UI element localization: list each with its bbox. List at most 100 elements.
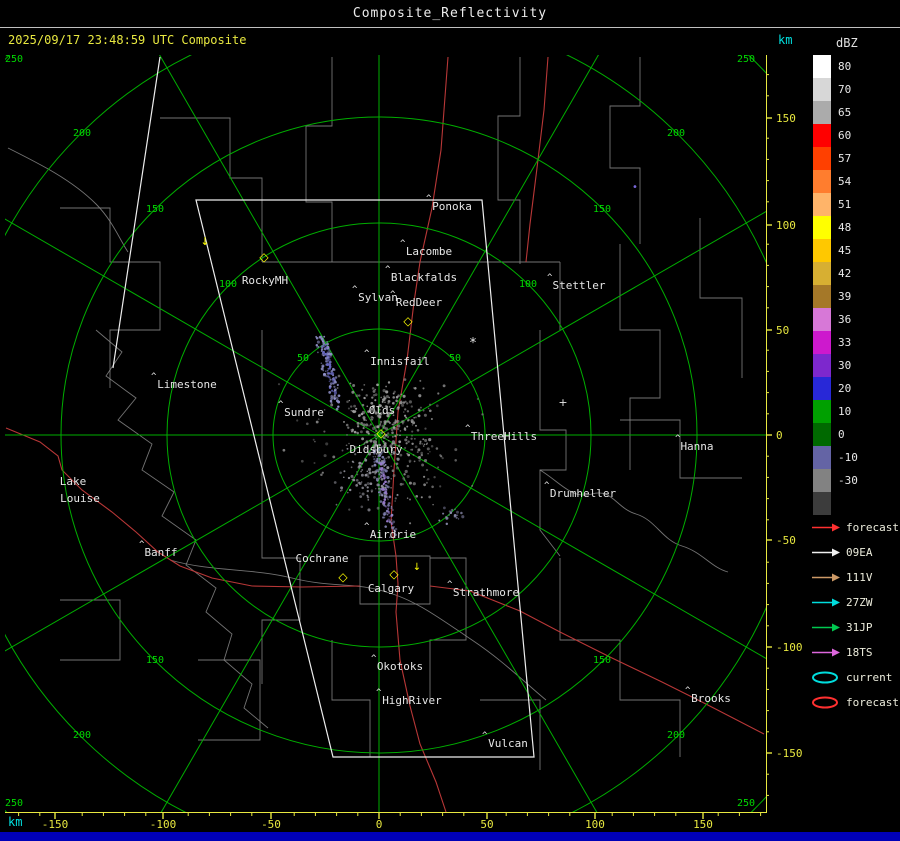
city-label: Lake: [60, 475, 87, 488]
range-ring-label: 250: [5, 54, 23, 65]
echo-pixel: [367, 486, 369, 488]
city-label: HighRiver: [382, 694, 442, 707]
echo-pixel: [367, 476, 369, 478]
echo-pixel: [385, 469, 388, 472]
echo-pixel: [373, 476, 376, 479]
echo-pixel: [353, 405, 356, 408]
echo-pixel: [350, 382, 352, 384]
echo-pixel: [385, 420, 388, 423]
echo-pixel: [342, 450, 344, 452]
boundary-line: [60, 208, 160, 388]
echo-pixel: [386, 484, 388, 486]
legend-marker-row: 111V: [808, 565, 900, 590]
echo-pixel: [368, 433, 370, 435]
echo-pixel: [437, 466, 439, 468]
echo-pixel: [358, 462, 361, 465]
bottom-axis-tick-label: -150: [42, 818, 69, 831]
map-point-marker-icon: ↓: [200, 235, 209, 248]
boundary-line: [498, 57, 520, 264]
echo-pixel: [412, 421, 415, 424]
echo-pixel: [352, 384, 355, 387]
bottom-axis-tick-label: -50: [261, 818, 281, 831]
city-label: Banff: [144, 546, 177, 559]
echo-pixel: [419, 441, 421, 443]
echo-pixel: [407, 497, 409, 499]
echo-pixel: [418, 456, 421, 459]
dbz-scale-entry: 20: [808, 377, 900, 400]
dbz-scale-entry: 70: [808, 78, 900, 101]
right-axis-tick-label: -100: [776, 641, 803, 654]
echo-pixel: [403, 401, 405, 403]
echo-pixel: [461, 515, 464, 518]
echo-pixel: [326, 341, 328, 343]
echo-pixel: [324, 454, 327, 457]
echo-pixel: [363, 397, 365, 399]
echo-pixel: [424, 428, 426, 430]
echo-pixel: [391, 431, 394, 434]
echo-pixel: [429, 404, 431, 406]
echo-pixel: [426, 469, 428, 471]
echo-pixel: [323, 431, 325, 433]
echo-pixel: [384, 512, 387, 515]
echo-pixel: [370, 482, 373, 485]
echo-pixel: [382, 501, 385, 504]
dbz-color-swatch: [813, 285, 831, 308]
echo-pixel: [387, 432, 389, 434]
azimuth-spoke: [99, 435, 379, 841]
echo-pixel: [421, 454, 423, 456]
echo-pixel: [385, 493, 387, 495]
echo-pixel: [418, 459, 420, 461]
echo-pixel: [443, 507, 446, 510]
echo-pixel: [409, 482, 412, 485]
echo-pixel: [381, 488, 384, 491]
echo-pixel: [314, 441, 316, 443]
echo-pixel: [428, 496, 431, 499]
echo-pixel: [323, 336, 325, 338]
boundary-line: [540, 470, 728, 572]
echo-pixel: [386, 476, 389, 479]
echo-pixel: [407, 475, 410, 478]
dbz-scale-entry: 45: [808, 239, 900, 262]
echo-pixel: [423, 476, 425, 478]
city-label: Drumheller: [550, 487, 617, 500]
echo-pixel: [320, 473, 323, 476]
track-arrow-icon: [811, 546, 841, 559]
radar-window: 5010015020025050100150200250150200250150…: [0, 0, 900, 841]
dbz-value-label: 10: [838, 405, 851, 418]
echo-pixel: [390, 487, 392, 489]
echo-pixel: [393, 474, 396, 477]
echo-pixel: [360, 430, 363, 433]
echo-pixel: [322, 366, 324, 368]
echo-pixel: [361, 462, 363, 464]
echo-pixel: [428, 408, 430, 410]
echo-pixel: [361, 481, 363, 483]
echo-pixel: [415, 416, 417, 418]
boundary-line: [700, 218, 742, 378]
echo-pixel: [405, 429, 407, 431]
dbz-scale-entry: 60: [808, 124, 900, 147]
echo-pixel: [388, 440, 390, 442]
echo-pixel: [385, 457, 387, 459]
echo-pixel: [424, 414, 427, 417]
legend-marker-label: current: [846, 671, 892, 684]
echo-pixel: [446, 523, 448, 525]
echo-pixel: [338, 375, 341, 378]
echo-pixel: [368, 425, 370, 427]
dbz-color-swatch: [813, 423, 831, 446]
echo-pixel: [350, 475, 353, 478]
echo-pixel: [324, 353, 327, 356]
echo-pixel: [396, 434, 398, 436]
echo-pixel: [396, 466, 399, 469]
echo-pixel: [340, 486, 343, 489]
dbz-value-label: 65: [838, 106, 851, 119]
track-arrow-icon: [811, 646, 841, 659]
dbz-value-label: 57: [838, 152, 851, 165]
echo-pixel: [386, 395, 389, 398]
echo-pixel: [385, 386, 387, 388]
echo-pixel: [346, 434, 348, 436]
echo-pixel: [360, 471, 362, 473]
radar-map[interactable]: 5010015020025050100150200250150200250150…: [0, 0, 808, 841]
dbz-color-swatch: [813, 78, 831, 101]
echo-pixel: [391, 506, 393, 508]
echo-pixel: [397, 428, 399, 430]
